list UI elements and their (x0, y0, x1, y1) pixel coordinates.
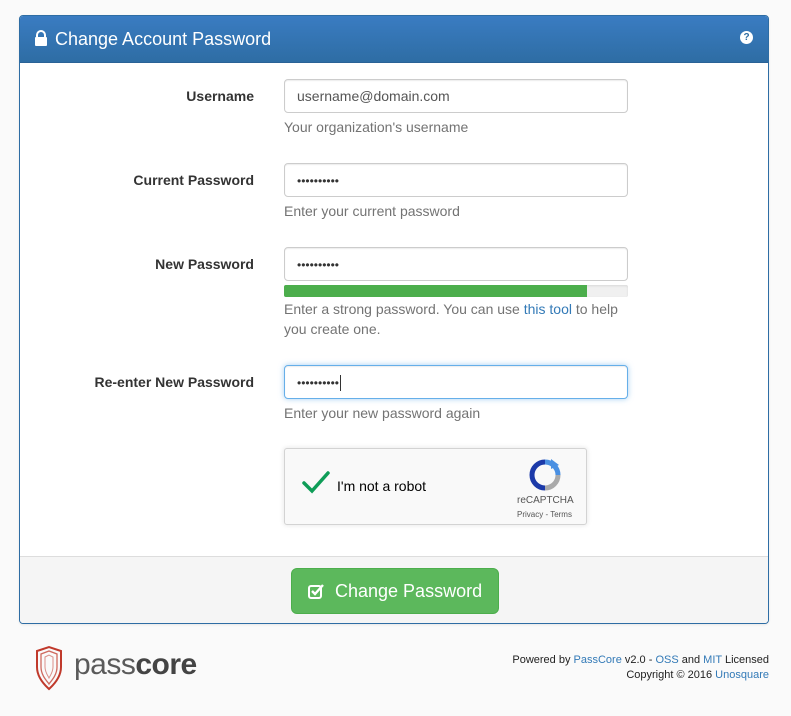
password-strength-fill (284, 285, 587, 297)
captcha-links[interactable]: Privacy - Terms (517, 510, 572, 519)
and-text: and (678, 654, 704, 666)
copyright-line: Copyright © 2016 Unosquare (626, 669, 769, 681)
captcha-label: I'm not a robot (337, 478, 427, 494)
passcore-link[interactable]: PassCore (574, 654, 622, 666)
current-password-help: Enter your current password (284, 203, 460, 219)
recaptcha-widget: I'm not a robot reCAPTCHA Privacy - Term… (284, 448, 587, 525)
change-password-panel: Change Account Password ? Username usern… (19, 15, 769, 624)
logo-text-bold: core (135, 648, 197, 681)
logo-text-light: pass (74, 648, 136, 681)
recaptcha-logo-icon (529, 459, 561, 491)
captcha-brand: reCAPTCHA (517, 495, 574, 506)
copyright-text: Copyright © 2016 (626, 669, 716, 681)
check-square-icon (308, 584, 324, 599)
lock-icon (35, 30, 47, 46)
password-strength-bar (284, 285, 628, 297)
new-password-input[interactable]: •••••••••• (284, 247, 628, 281)
username-value: username@domain.com (297, 88, 450, 104)
unosquare-link[interactable]: Unosquare (715, 669, 769, 681)
change-password-button[interactable]: Change Password (291, 568, 499, 614)
change-password-label: Change Password (335, 581, 483, 601)
new-password-help-text: Enter a strong password. You can use (284, 301, 524, 317)
passcore-logo-text: passcore (74, 648, 197, 682)
help-icon[interactable]: ? (740, 31, 753, 44)
username-input[interactable]: username@domain.com (284, 79, 628, 113)
confirm-password-help: Enter your new password again (284, 405, 481, 421)
passcore-logo-icon (36, 645, 62, 691)
text-caret (340, 375, 342, 392)
panel-header: Change Account Password ? (20, 16, 768, 63)
username-label: Username (186, 88, 254, 104)
licensed-text: Licensed (721, 654, 769, 666)
mit-link[interactable]: MIT (703, 654, 722, 666)
panel-footer: Change Password (20, 556, 768, 623)
powered-by-line: Powered by PassCore v2.0 - OSS and MIT L… (512, 654, 769, 666)
checkmark-icon[interactable] (301, 469, 331, 495)
page-title: Change Account Password (55, 29, 272, 49)
new-password-label: New Password (155, 256, 254, 272)
version-text: v2.0 - (621, 654, 656, 666)
new-password-help: Enter a strong password. You can use thi… (284, 299, 634, 339)
oss-link[interactable]: OSS (655, 654, 678, 666)
new-password-value: •••••••••• (297, 258, 340, 272)
confirm-password-label: Re-enter New Password (94, 374, 255, 390)
confirm-password-value: •••••••••• (297, 376, 340, 390)
username-help: Your organization's username (284, 119, 469, 135)
current-password-input[interactable]: •••••••••• (284, 163, 628, 197)
confirm-password-input[interactable]: •••••••••• (284, 365, 628, 399)
current-password-value: •••••••••• (297, 174, 340, 188)
current-password-label: Current Password (133, 172, 254, 188)
powered-by-text: Powered by (512, 654, 574, 666)
password-tool-link[interactable]: this tool (524, 301, 572, 317)
